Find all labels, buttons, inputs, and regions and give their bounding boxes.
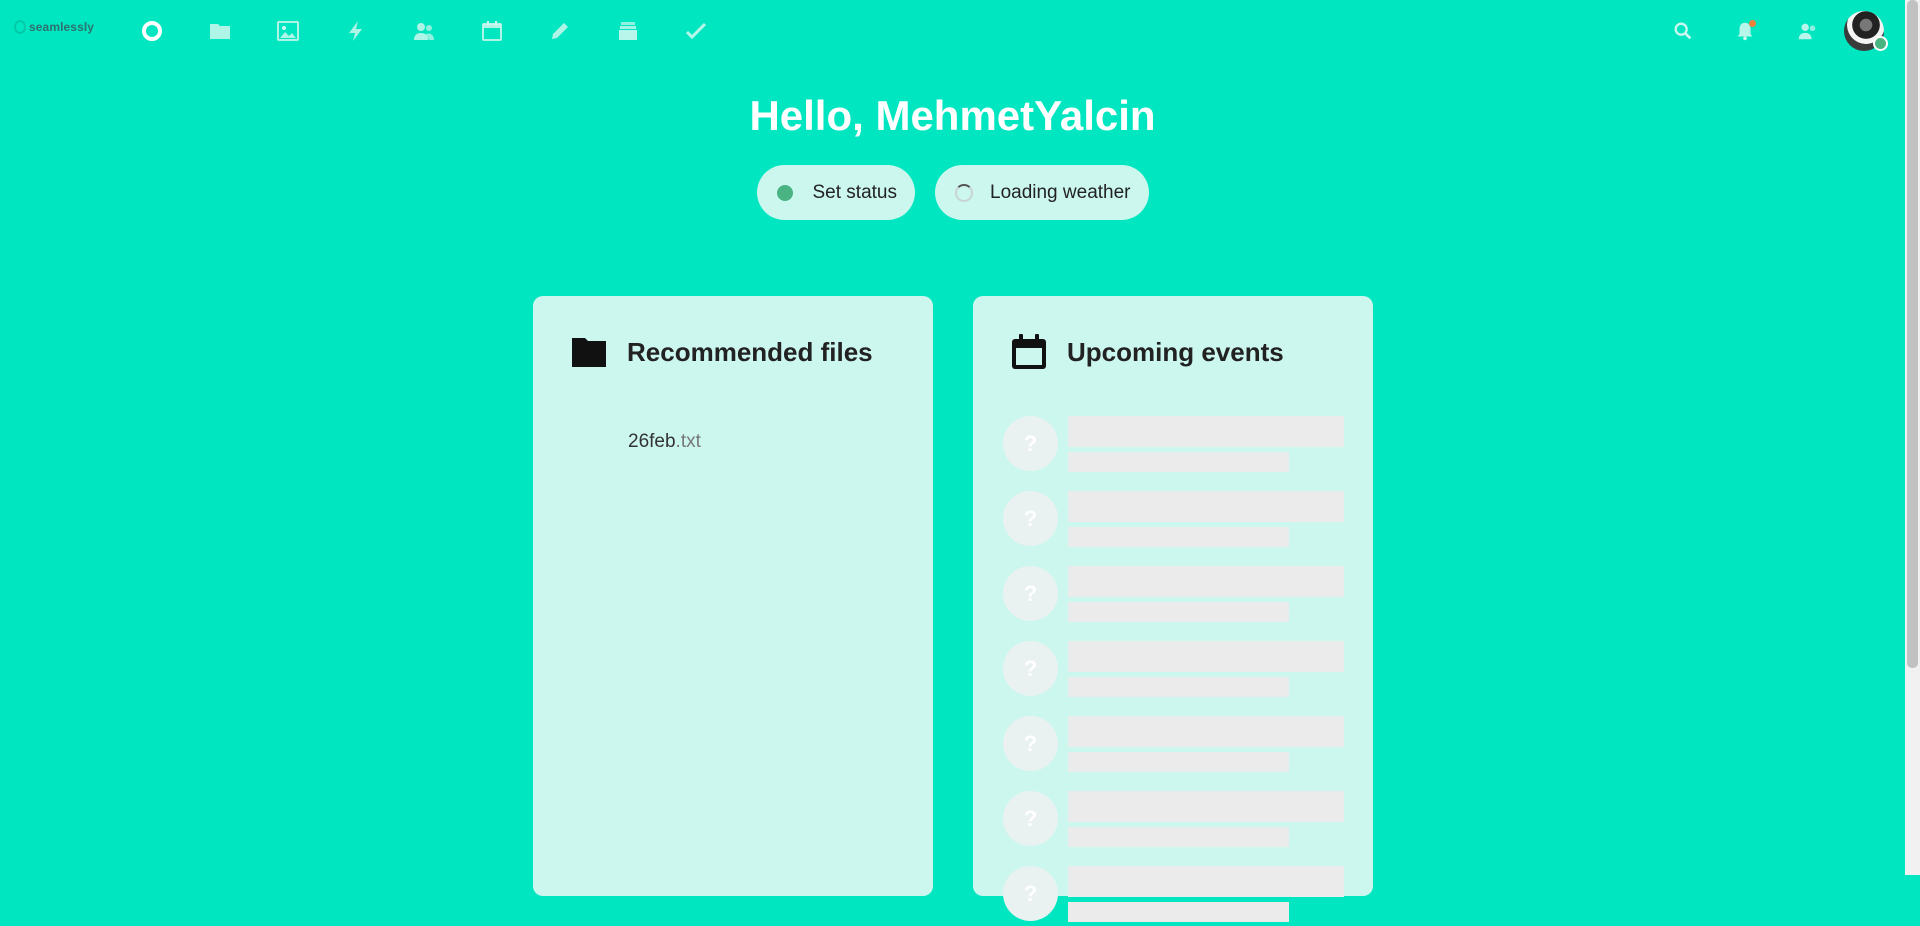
notes-icon bbox=[552, 23, 568, 39]
event-placeholder-avatar: ? bbox=[1003, 416, 1058, 471]
files-icon bbox=[210, 24, 230, 39]
logo-mark-icon bbox=[14, 20, 26, 34]
logo[interactable]: seamlessly bbox=[14, 20, 94, 34]
weather-button[interactable]: Loading weather bbox=[935, 165, 1149, 220]
online-status-icon bbox=[776, 184, 793, 201]
app-photos[interactable] bbox=[254, 9, 322, 53]
set-status-button[interactable]: Set status bbox=[756, 165, 915, 220]
skeleton-line bbox=[1068, 452, 1289, 472]
event-skeleton-row: ? bbox=[1003, 866, 1345, 926]
photos-icon bbox=[277, 21, 299, 41]
skeleton-line bbox=[1068, 866, 1344, 897]
skeleton-line bbox=[1068, 602, 1289, 622]
dashboard-icon bbox=[142, 21, 162, 41]
app-notes[interactable] bbox=[526, 9, 594, 53]
contacts-menu-icon bbox=[1798, 23, 1816, 40]
event-placeholder-avatar: ? bbox=[1003, 791, 1058, 846]
app-dashboard[interactable] bbox=[118, 9, 186, 53]
skeleton-line bbox=[1068, 566, 1344, 597]
skeleton-line bbox=[1068, 641, 1344, 672]
event-placeholder-avatar: ? bbox=[1003, 566, 1058, 621]
panel-header: Recommended files bbox=[571, 334, 873, 370]
panel-title: Upcoming events bbox=[1067, 336, 1284, 367]
status-pills: Set status Loading weather bbox=[0, 165, 1905, 220]
header-right-menu bbox=[1652, 9, 1890, 53]
skeleton-line bbox=[1068, 677, 1289, 697]
app-navigation bbox=[118, 9, 730, 53]
file-name: 26feb bbox=[628, 431, 676, 452]
user-menu[interactable] bbox=[1838, 9, 1890, 53]
search-icon bbox=[1674, 22, 1692, 40]
weather-label: Loading weather bbox=[990, 181, 1131, 203]
app-activity[interactable] bbox=[322, 9, 390, 53]
event-skeleton-row: ? bbox=[1003, 641, 1345, 701]
contacts-icon bbox=[414, 23, 434, 40]
skeleton-line bbox=[1068, 752, 1289, 772]
notifications-button[interactable] bbox=[1714, 9, 1776, 53]
app-tasks[interactable] bbox=[662, 9, 730, 53]
event-placeholder-avatar: ? bbox=[1003, 491, 1058, 546]
contacts-menu-button[interactable] bbox=[1776, 9, 1838, 53]
page-scrollbar[interactable] bbox=[1905, 0, 1920, 875]
skeleton-line bbox=[1068, 527, 1289, 547]
scrollbar-thumb[interactable] bbox=[1907, 0, 1918, 668]
file-item[interactable]: 26feb.txt bbox=[628, 431, 701, 453]
skeleton-line bbox=[1068, 491, 1344, 522]
app-deck[interactable] bbox=[594, 9, 662, 53]
set-status-label: Set status bbox=[812, 181, 898, 203]
logo-text: seamlessly bbox=[29, 20, 95, 34]
upcoming-events-panel: Upcoming events ??????? bbox=[973, 296, 1373, 922]
greeting-title: Hello, MehmetYalcin bbox=[749, 92, 1156, 139]
skeleton-line bbox=[1068, 416, 1344, 447]
event-skeleton-row: ? bbox=[1003, 416, 1345, 476]
calendar-icon bbox=[1012, 334, 1046, 369]
recommended-files-panel: Recommended files 26feb.txt bbox=[533, 296, 933, 896]
search-button[interactable] bbox=[1652, 9, 1714, 53]
event-placeholder-avatar: ? bbox=[1003, 641, 1058, 696]
panel-title: Recommended files bbox=[627, 336, 873, 367]
panel-header: Upcoming events bbox=[1011, 334, 1284, 370]
file-extension: .txt bbox=[675, 431, 701, 452]
notification-badge bbox=[1749, 20, 1756, 27]
event-placeholder-avatar: ? bbox=[1003, 866, 1058, 921]
folder-icon bbox=[572, 338, 606, 367]
loading-spinner-icon bbox=[955, 183, 973, 202]
event-skeleton-row: ? bbox=[1003, 491, 1345, 551]
calendar-icon bbox=[482, 21, 502, 41]
event-skeleton-row: ? bbox=[1003, 791, 1345, 851]
user-status-indicator bbox=[1873, 36, 1888, 51]
app-files[interactable] bbox=[186, 9, 254, 53]
event-skeleton-row: ? bbox=[1003, 716, 1345, 776]
skeleton-line bbox=[1068, 902, 1289, 922]
app-contacts[interactable] bbox=[390, 9, 458, 53]
event-placeholder-avatar: ? bbox=[1003, 716, 1058, 771]
top-header: seamlessly bbox=[0, 0, 1905, 62]
deck-icon bbox=[619, 22, 637, 40]
skeleton-line bbox=[1068, 791, 1344, 822]
app-calendar[interactable] bbox=[458, 9, 526, 53]
activity-icon bbox=[349, 21, 362, 41]
event-skeleton-row: ? bbox=[1003, 566, 1345, 626]
skeleton-line bbox=[1068, 827, 1289, 847]
skeleton-line bbox=[1068, 716, 1344, 747]
tasks-icon bbox=[685, 22, 707, 40]
